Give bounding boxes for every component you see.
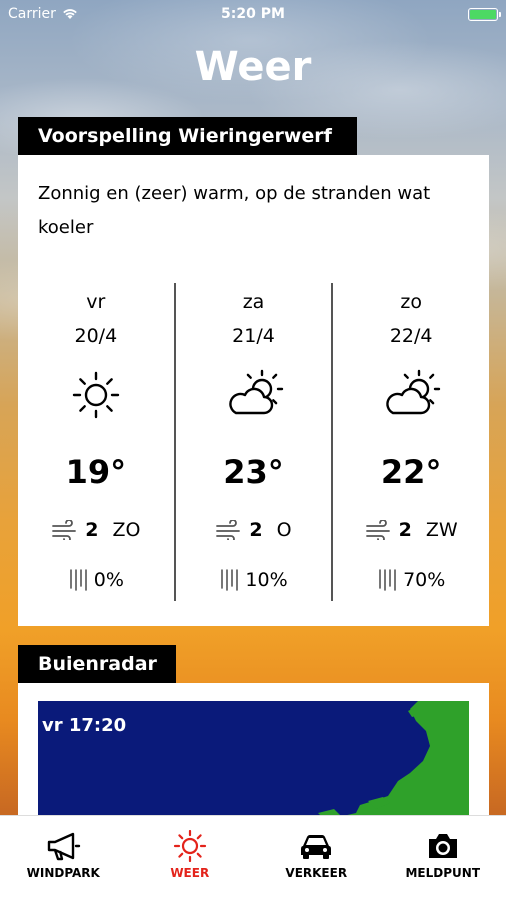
wind-icon	[52, 520, 77, 540]
tab-label: VERKEER	[285, 866, 348, 880]
rain-chance: 70%	[403, 569, 446, 591]
forecast-day: zo 22/4 22° 2 ZW 70%	[331, 283, 489, 601]
wind-info: 2 ZO	[18, 519, 174, 541]
wind-direction: ZO	[112, 519, 141, 541]
tab-verkeer[interactable]: VERKEER	[253, 816, 380, 900]
wifi-icon	[63, 9, 77, 19]
forecast-day: za 21/4 23° 2 O 10%	[173, 283, 332, 601]
day-date: 22/4	[389, 325, 433, 347]
day-name: za	[242, 291, 265, 313]
day-temperature: 23°	[223, 453, 284, 491]
wind-icon	[216, 520, 241, 540]
tab-label: MELDPUNT	[405, 866, 480, 880]
partly-cloudy-icon	[386, 369, 441, 415]
wind-direction: ZW	[425, 519, 458, 541]
forecast-heading: Voorspelling Wieringerwerf	[18, 117, 357, 155]
forecast-card: Zonnig en (zeer) warm, op de stranden wa…	[18, 155, 489, 626]
car-icon	[301, 835, 332, 859]
page-title: Weer	[194, 44, 312, 90]
camera-icon	[428, 834, 457, 858]
wind-info: 2 ZW	[333, 519, 489, 541]
rain-chance: 0%	[93, 569, 124, 591]
status-bar: Carrier 5:20 PM	[0, 0, 506, 28]
tab-weer[interactable]: WEER	[127, 816, 254, 900]
rain-chance: 10%	[245, 569, 288, 591]
day-temperature: 19°	[65, 453, 127, 491]
rain-info: 70%	[333, 568, 489, 592]
radar-heading: Buienradar	[18, 645, 176, 683]
wind-info: 2 O	[176, 519, 332, 541]
partly-cloudy-icon	[228, 369, 283, 415]
megaphone-icon	[48, 832, 81, 861]
battery-icon	[468, 7, 501, 21]
tab-label: WEER	[170, 866, 210, 880]
carrier-label: Carrier	[8, 6, 56, 22]
radar-map[interactable]: vr 17:20	[38, 701, 469, 823]
radar-card[interactable]: vr 17:20	[18, 683, 489, 823]
rain-info: 10%	[176, 568, 332, 592]
sun-icon	[72, 371, 120, 419]
tab-windpark[interactable]: WINDPARK	[0, 816, 127, 900]
wind-speed: 2	[398, 519, 412, 541]
rain-info: 0%	[18, 568, 174, 592]
forecast-summary: Zonnig en (zeer) warm, op de stranden wa…	[38, 183, 431, 238]
wind-speed: 2	[85, 519, 99, 541]
day-temperature: 22°	[380, 453, 442, 491]
sun-icon	[173, 830, 206, 862]
forecast-day: vr 20/4 19° 2 ZO 0%	[18, 283, 174, 601]
forecast-days: vr 20/4 19° 2 ZO 0% za 21/4 23° 2 O 10% …	[18, 283, 489, 601]
rain-icon	[379, 569, 396, 591]
day-date: 20/4	[74, 325, 118, 347]
wind-direction: O	[276, 519, 292, 541]
tab-bar: WINDPARK WEER VERKEER MELDPUNT	[0, 815, 506, 900]
rain-icon	[221, 569, 239, 591]
carrier-info: Carrier	[8, 6, 78, 22]
day-date: 21/4	[232, 325, 275, 347]
tab-meldpunt[interactable]: MELDPUNT	[380, 816, 506, 900]
day-name: vr	[86, 291, 106, 313]
tab-label: WINDPARK	[26, 866, 100, 880]
radar-timestamp: vr 17:20	[42, 715, 127, 736]
rain-icon	[69, 569, 87, 591]
wind-speed: 2	[249, 519, 263, 541]
day-name: zo	[400, 291, 422, 313]
wind-icon	[365, 520, 390, 540]
